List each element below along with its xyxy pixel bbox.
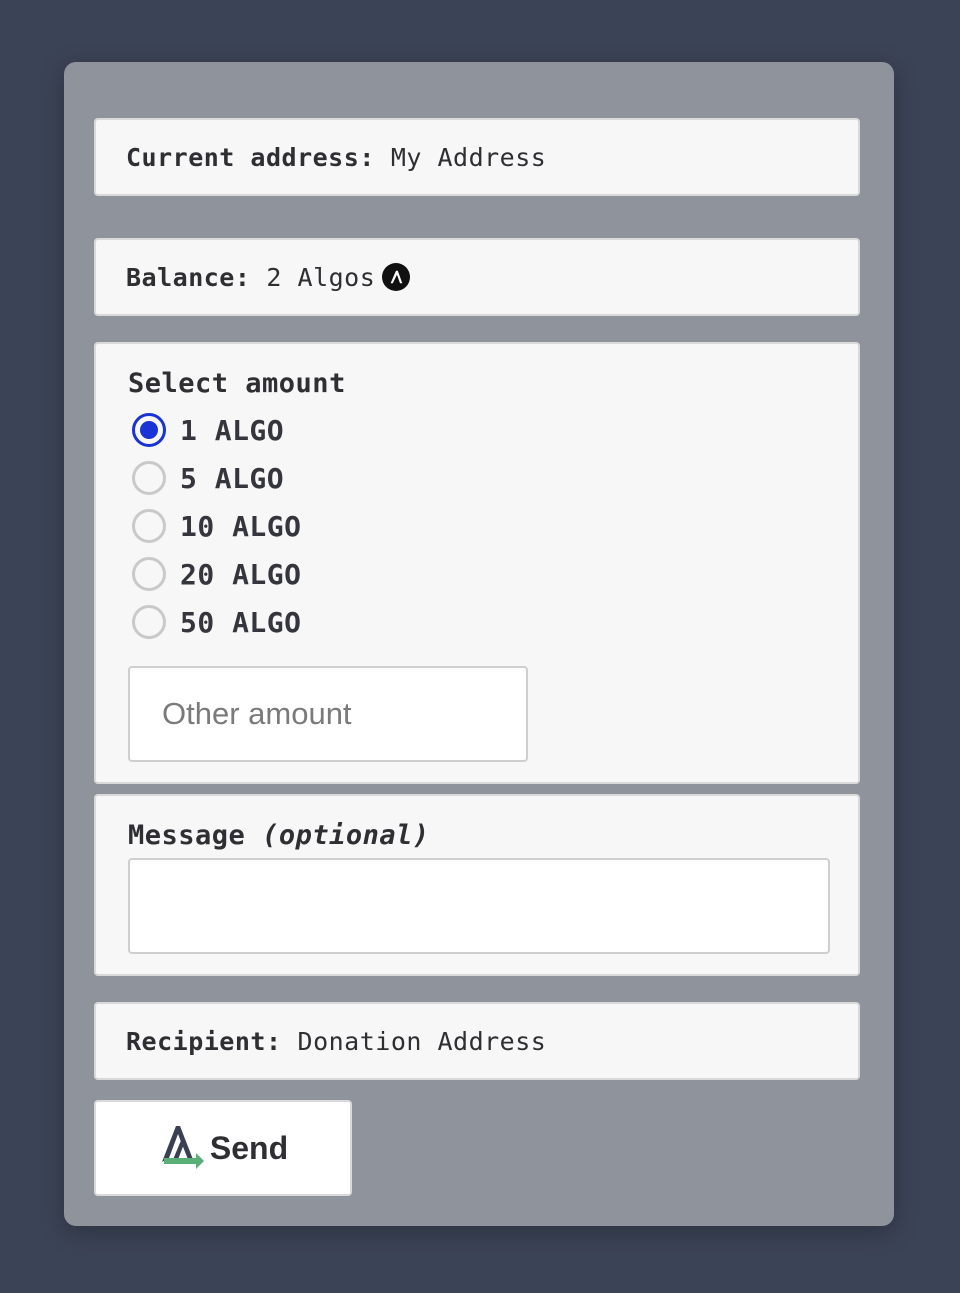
amount-option-label: 20 ALGO [180,557,302,591]
recipient-label: Recipient: [126,1026,282,1056]
amount-option-5[interactable]: 5 ALGO [132,458,284,498]
amount-option-label: 1 ALGO [180,413,285,447]
amount-option-50[interactable]: 50 ALGO [132,602,302,642]
message-label: Message [128,820,246,851]
radio-button[interactable] [132,605,166,639]
balance-row: Balance: 2 Algos [94,238,860,316]
amount-option-label: 50 ALGO [180,605,302,639]
recipient-row: Recipient: Donation Address [94,1002,860,1080]
algo-coin-icon [382,263,411,291]
current-address-row: Current address: My Address [94,118,860,196]
amount-option-20[interactable]: 20 ALGO [132,554,302,594]
recipient-value: Donation Address [297,1026,547,1056]
amount-option-label: 5 ALGO [180,461,285,495]
message-section: Message (optional) [94,794,860,976]
balance-value: 2 Algos [266,262,376,292]
send-button[interactable]: Send [94,1100,352,1196]
amount-option-label: 10 ALGO [180,509,302,543]
donation-card: Current address: My Address Balance: 2 A… [64,62,894,1226]
amount-heading: Select amount [128,368,346,399]
radio-button[interactable] [132,509,166,543]
message-input[interactable] [128,858,830,954]
amount-option-10[interactable]: 10 ALGO [132,506,302,546]
radio-button[interactable] [132,557,166,591]
amount-section: Select amount 1 ALGO 5 ALGO 10 ALGO 20 A… [94,342,860,784]
other-amount-input[interactable] [128,666,528,762]
amount-option-1[interactable]: 1 ALGO [132,410,284,450]
radio-button[interactable] [132,461,166,495]
balance-label: Balance: [126,262,251,292]
radio-button-selected[interactable] [132,413,166,447]
send-button-label: Send [209,1129,289,1166]
current-address-label: Current address: [126,142,375,172]
message-optional-hint: (optional) [262,820,430,851]
message-heading: Message (optional) [128,820,430,851]
current-address-value: My Address [390,142,547,172]
algo-send-icon [158,1120,208,1176]
